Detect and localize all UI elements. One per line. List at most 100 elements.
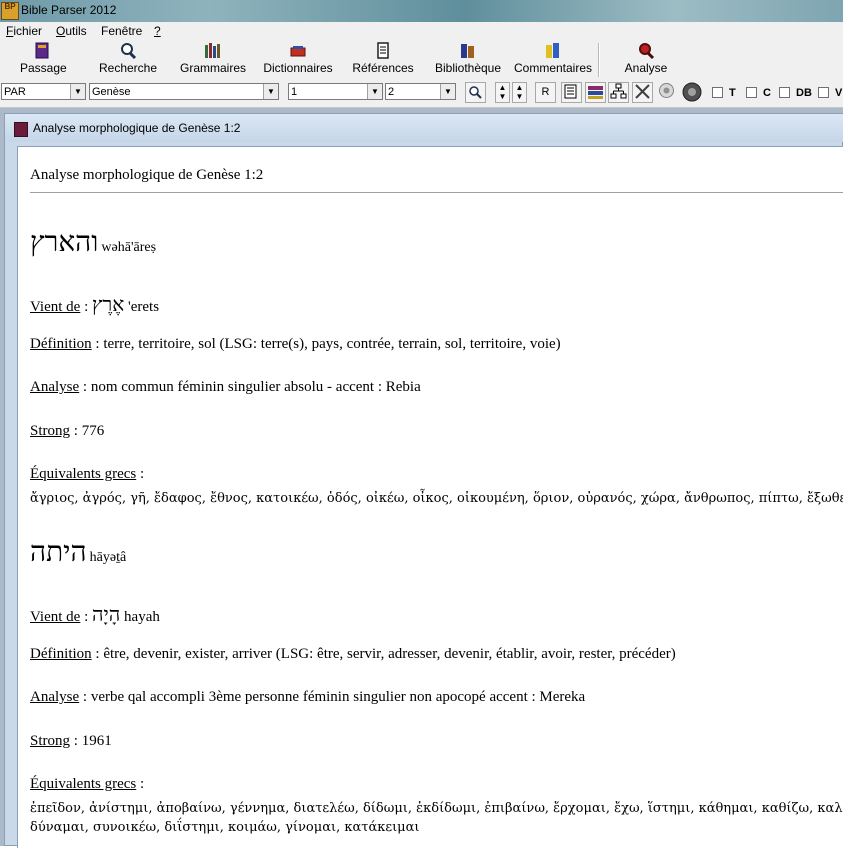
grammaires-button[interactable]: Grammaires [178, 42, 248, 78]
spin-up-icon: ▲ [498, 83, 507, 92]
dictionnaires-button[interactable]: Dictionnaires [261, 42, 335, 78]
definition-key: Définition [30, 646, 92, 662]
magnifier-icon [469, 86, 482, 99]
analysis-content: Analyse morphologique de Genèse 1:2 והאר… [17, 146, 843, 848]
recherche-button[interactable]: Recherche [97, 42, 159, 78]
checkbox-db[interactable] [779, 87, 790, 98]
passage-selector-bar: PAR ▼ Genèse ▼ 1 ▼ 2 ▼ ▲ ▼ ▲ ▼ R T C DB V [0, 81, 843, 108]
dictionary-icon [290, 46, 306, 57]
tree-icon [610, 83, 627, 99]
root-hebrew: אֶרֶץ [92, 292, 125, 316]
chapter-select[interactable]: 1 ▼ [288, 83, 383, 100]
text-view-button[interactable] [561, 82, 582, 103]
content-heading: Analyse morphologique de Genèse 1:2 [30, 167, 264, 183]
vient-de-key: Vient de [30, 609, 81, 625]
word-entry: והארץ wəhā'āreṣ [30, 225, 156, 259]
speaker-button[interactable] [656, 82, 677, 103]
analysis-window-title: Analyse morphologique de Genèse 1:2 [33, 121, 241, 135]
equivalents-line: Équivalents grecs : [30, 776, 145, 792]
checkbox-c-label: C [763, 87, 771, 99]
books-stack-icon [588, 86, 603, 99]
greek-equivalents: ἐπεῖδον, ἀνίστημι, ἀποβαίνω, γέννημα, δι… [30, 801, 843, 816]
window-icon [14, 122, 28, 137]
hebrew-word: היתה [30, 535, 87, 568]
equivalents-line: Équivalents grecs : [30, 466, 145, 482]
tools-button[interactable] [632, 82, 653, 103]
analysis-window-titlebar[interactable]: Analyse morphologique de Genèse 1:2 [5, 114, 843, 142]
spin-down-icon: ▼ [498, 92, 507, 101]
menu-outils[interactable]: Outils [56, 24, 87, 38]
references-label: Références [352, 61, 414, 75]
analysis-icon [639, 43, 655, 59]
menu-fichier-rest: ichier [13, 24, 43, 38]
analyse-key: Analyse [30, 689, 80, 705]
version-select[interactable]: PAR ▼ [1, 83, 86, 100]
analyse-line: Analyse : verbe qal accompli 3ème person… [30, 689, 586, 705]
spin-up-icon: ▲ [515, 83, 524, 92]
bookshelf-button[interactable] [585, 82, 606, 103]
definition-value: être, devenir, exister, arriver (LSG: êt… [103, 646, 676, 662]
analyse-value: nom commun féminin singulier absolu - ac… [90, 379, 421, 395]
books-icon [205, 43, 220, 58]
transliteration: hāyəṯâ [89, 550, 127, 565]
mdi-workspace: Analyse morphologique de Genèse 1:2 Anal… [0, 108, 843, 848]
chapter-spinner[interactable]: ▲ ▼ [512, 82, 527, 103]
verse-value: 2 [388, 86, 395, 98]
commentaires-label: Commentaires [513, 61, 593, 75]
sound-icon [659, 83, 674, 98]
strong-key: Strong [30, 733, 71, 749]
app-icon: BP [1, 2, 19, 20]
menu-outils-rest: utils [65, 24, 87, 38]
checkbox-t[interactable] [712, 87, 723, 98]
vient-de-key: Vient de [30, 299, 81, 315]
checkbox-t-label: T [729, 87, 736, 99]
checkbox-c[interactable] [746, 87, 757, 98]
analyse-key: Analyse [30, 379, 80, 395]
checkbox-v[interactable] [818, 87, 829, 98]
passage-button[interactable]: Passage [20, 42, 67, 78]
menu-bar: Fichier Outils Fenêtre ? [0, 22, 843, 41]
checkbox-v-label: V [835, 87, 843, 99]
passage-label: Passage [20, 61, 67, 75]
menu-outils-accel: O [56, 24, 66, 38]
spin-down-icon: ▼ [515, 92, 524, 101]
greek-equivalents-continued: δύναμαι, συνοικέω, διΐστημι, κοιμάω, γίν… [30, 820, 420, 835]
chevron-down-icon: ▼ [440, 84, 455, 99]
checkbox-db-label: DB [796, 87, 812, 99]
verse-select[interactable]: 2 ▼ [385, 83, 456, 100]
library-icon [461, 44, 474, 58]
strong-value: 776 [81, 423, 105, 439]
menu-fenetre[interactable]: Fenêtre [101, 24, 142, 38]
book-icon [35, 42, 49, 59]
chevron-down-icon: ▼ [70, 84, 85, 99]
disc-icon [682, 82, 701, 102]
commentaires-button[interactable]: Commentaires [511, 42, 595, 78]
divider [30, 192, 843, 193]
menu-help[interactable]: ? [154, 24, 161, 38]
disc-button[interactable] [681, 82, 702, 103]
menu-fichier[interactable]: Fichier [6, 24, 42, 38]
chevron-down-icon: ▼ [367, 84, 382, 99]
document-icon [377, 42, 389, 59]
analyse-button[interactable]: Analyse [622, 42, 670, 78]
equivalents-key: Équivalents grecs [30, 466, 137, 482]
tree-button[interactable] [608, 82, 629, 103]
chapter-value: 1 [291, 86, 298, 98]
references-button[interactable]: Références [352, 42, 414, 78]
tools-icon [635, 84, 650, 99]
definition-key: Définition [30, 336, 92, 352]
definition-line: Définition : terre, territoire, sol (LSG… [30, 336, 561, 352]
root-translit: 'erets [128, 299, 160, 315]
book-select[interactable]: Genèse ▼ [89, 83, 279, 100]
prev-next-spinner[interactable]: ▲ ▼ [495, 82, 510, 103]
window-title: Bible Parser 2012 [21, 3, 117, 17]
transliteration: wəhā'āreṣ [101, 240, 157, 255]
search-verse-button[interactable] [465, 82, 486, 103]
definition-line: Définition : être, devenir, exister, arr… [30, 646, 676, 662]
definition-value: terre, territoire, sol (LSG: terre(s), p… [103, 336, 561, 352]
analyse-line: Analyse : nom commun féminin singulier a… [30, 379, 421, 395]
bibliotheque-button[interactable]: Bibliothèque [432, 42, 504, 78]
r-button[interactable]: R [535, 82, 556, 103]
version-value: PAR [4, 86, 26, 98]
main-toolbar: Passage Recherche Grammaires Dictionnair… [0, 40, 843, 82]
